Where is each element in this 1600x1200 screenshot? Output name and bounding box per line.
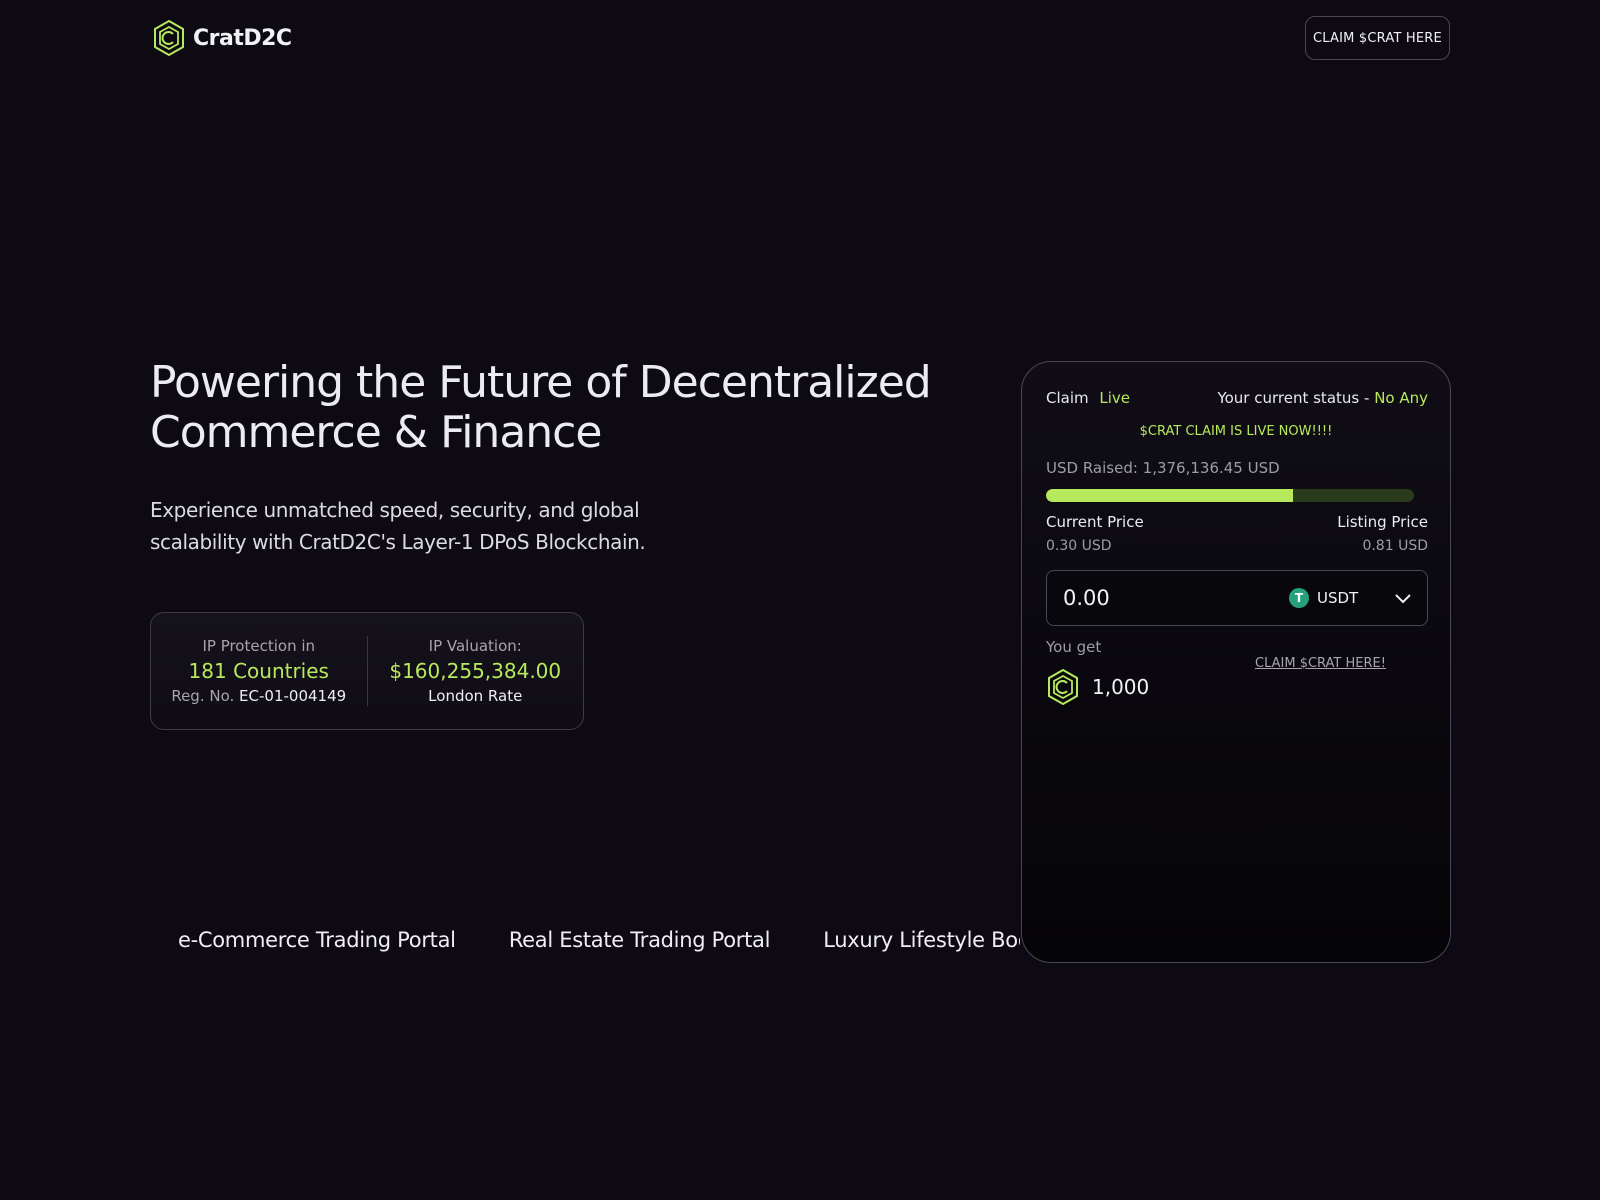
portal-real-estate[interactable]: Real Estate Trading Portal xyxy=(509,928,771,952)
claim-header-row: Claim Live Your current status - No Any xyxy=(1046,389,1428,407)
price-row: Current Price 0.30 USD Listing Price 0.8… xyxy=(1046,513,1428,554)
reg-number: Reg. No. EC-01-004149 xyxy=(151,687,367,705)
hero-subtitle-line2: scalability with CratD2C's Layer-1 DPoS … xyxy=(150,530,646,554)
listing-price: Listing Price 0.81 USD xyxy=(1337,513,1428,554)
raise-progress-fill xyxy=(1046,489,1293,502)
portals-ticker: e-Commerce Trading Portal Real Estate Tr… xyxy=(150,928,1020,964)
ip-protection: IP Protection in 181 Countries Reg. No. … xyxy=(151,637,367,705)
portal-luxury-lifestyle[interactable]: Luxury Lifestyle Book xyxy=(823,928,1020,952)
ip-valuation-note: London Rate xyxy=(428,687,523,705)
amount-field: T USDT xyxy=(1046,570,1428,626)
reg-number-value: EC-01-004149 xyxy=(239,687,347,705)
claim-card: Claim Live Your current status - No Any … xyxy=(1021,361,1451,963)
claim-status: Claim Live xyxy=(1046,389,1130,407)
you-get-value: 1,000 xyxy=(1092,675,1150,699)
usdt-icon: T xyxy=(1289,588,1309,608)
claim-label: Claim xyxy=(1046,389,1089,407)
hero-title: Powering the Future of Decentralized Com… xyxy=(150,358,970,458)
crat-token-icon xyxy=(1048,669,1078,705)
cratd2c-logo-icon xyxy=(154,19,184,57)
claim-crat-link[interactable]: CLAIM $CRAT HERE! xyxy=(1255,656,1386,671)
current-price: Current Price 0.30 USD xyxy=(1046,513,1144,554)
claim-live-badge: Live xyxy=(1099,389,1131,407)
current-price-value: 0.30 USD xyxy=(1046,538,1112,554)
claim-live-banner: $CRAT CLAIM IS LIVE NOW!!!! xyxy=(1139,424,1333,439)
ip-protection-value: 181 Countries xyxy=(188,659,329,683)
token-selector[interactable]: T USDT xyxy=(1289,588,1358,608)
hero-subtitle: Experience unmatched speed, security, an… xyxy=(150,494,670,558)
brand-logo[interactable]: CratD2C xyxy=(153,19,292,57)
listing-price-value: 0.81 USD xyxy=(1362,538,1428,554)
ip-valuation-value: $160,255,384.00 xyxy=(389,659,562,683)
you-get-row: 1,000 xyxy=(1046,669,1149,705)
claim-crat-header-button[interactable]: CLAIM $CRAT HERE xyxy=(1305,16,1450,60)
usd-raised: USD Raised: 1,376,136.45 USD xyxy=(1046,459,1280,477)
amount-input[interactable] xyxy=(1063,586,1263,610)
ip-valuation-label: IP Valuation: xyxy=(428,637,522,655)
portal-ecommerce[interactable]: e-Commerce Trading Portal xyxy=(178,928,456,952)
current-status-label: Your current status - xyxy=(1217,389,1370,407)
token-label: USDT xyxy=(1317,589,1359,607)
ip-info-card: IP Protection in 181 Countries Reg. No. … xyxy=(150,612,584,730)
hero-title-line2: Commerce & Finance xyxy=(150,407,602,458)
you-get-label: You get xyxy=(1046,638,1102,656)
ip-valuation: IP Valuation: $160,255,384.00 London Rat… xyxy=(368,637,584,705)
chevron-down-icon[interactable] xyxy=(1393,589,1413,609)
current-price-label: Current Price xyxy=(1046,513,1144,531)
ip-protection-label: IP Protection in xyxy=(202,637,316,655)
raise-progress-bar xyxy=(1046,489,1414,502)
current-status-value: No Any xyxy=(1374,389,1428,407)
brand-name: CratD2C xyxy=(193,25,292,51)
reg-prefix: Reg. No. xyxy=(171,687,235,705)
hero-title-line1: Powering the Future of Decentralized xyxy=(150,357,932,408)
current-status: Your current status - No Any xyxy=(1217,389,1428,407)
listing-price-label: Listing Price xyxy=(1337,513,1428,531)
hero-subtitle-line1: Experience unmatched speed, security, an… xyxy=(150,498,640,522)
